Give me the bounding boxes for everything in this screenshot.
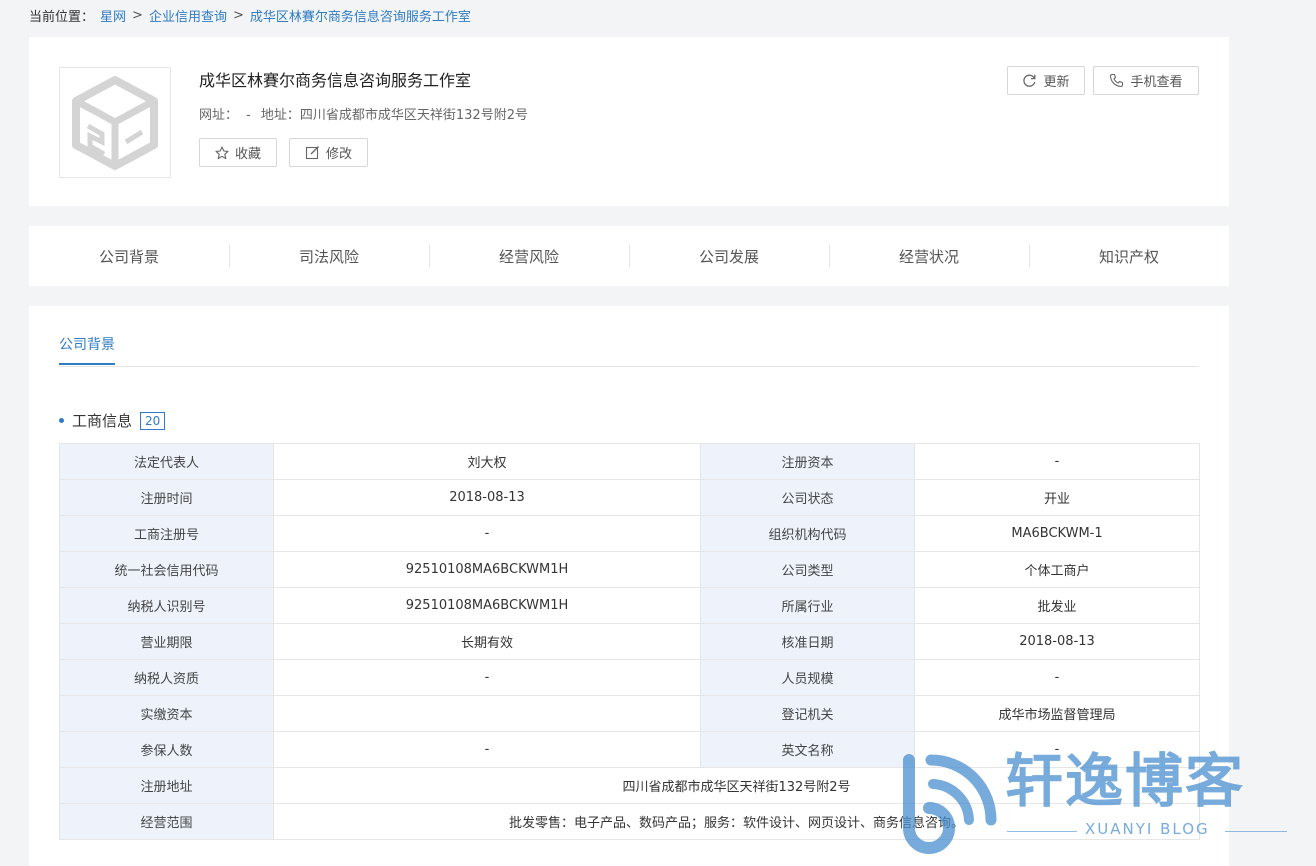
section-count-badge: 20 bbox=[140, 411, 166, 430]
refresh-icon bbox=[1023, 74, 1036, 87]
bullet-icon bbox=[59, 418, 64, 423]
tab-operating-risk[interactable]: 经营风险 bbox=[429, 244, 629, 267]
field-value: - bbox=[914, 731, 1200, 768]
table-row: 法定代表人 刘大权 注册资本 - bbox=[59, 443, 1200, 480]
field-label: 组织机构代码 bbox=[700, 515, 915, 552]
field-label: 经营范围 bbox=[59, 803, 274, 840]
breadcrumb-prefix: 当前位置： bbox=[29, 10, 95, 25]
edit-button-label: 修改 bbox=[325, 147, 352, 162]
field-value: MA6BCKWM-1 bbox=[914, 515, 1200, 552]
table-row: 纳税人识别号 92510108MA6BCKWM1H 所属行业 批发业 bbox=[59, 587, 1200, 624]
address-field: 地址：四川省成都市成华区天祥街132号附2号 bbox=[261, 104, 528, 123]
field-label: 统一社会信用代码 bbox=[59, 551, 274, 588]
field-value: 刘大权 bbox=[273, 443, 701, 480]
breadcrumb-link-home[interactable]: 星网 bbox=[100, 6, 126, 25]
address-value: 四川省成都市成华区天祥街132号附2号 bbox=[299, 108, 528, 123]
field-value: - bbox=[273, 731, 701, 768]
field-value: 四川省成都市成华区天祥街132号附2号 bbox=[273, 767, 1200, 804]
edit-icon bbox=[305, 146, 319, 160]
tab-judicial-risk[interactable]: 司法风险 bbox=[229, 244, 429, 267]
main-tabs: 公司背景 司法风险 经营风险 公司发展 经营状况 知识产权 bbox=[29, 226, 1229, 286]
field-label: 纳税人识别号 bbox=[59, 587, 274, 624]
company-meta: 网址： - 地址：四川省成都市成华区天祥街132号附2号 bbox=[199, 104, 528, 123]
table-row: 实缴资本 登记机关 成华市场监督管理局 bbox=[59, 695, 1200, 732]
star-icon bbox=[215, 145, 229, 159]
breadcrumb: 当前位置： 星网 > 企业信用查询 > 成华区林賽尔商务信息咨询服务工作室 bbox=[29, 6, 471, 25]
table-row: 注册地址 四川省成都市成华区天祥街132号附2号 bbox=[59, 767, 1200, 804]
company-header-card: 成华区林賽尔商务信息咨询服务工作室 网址： - 地址：四川省成都市成华区天祥街1… bbox=[29, 37, 1229, 206]
field-value: 92510108MA6BCKWM1H bbox=[273, 551, 701, 588]
field-label: 登记机关 bbox=[700, 695, 915, 732]
field-value: - bbox=[914, 659, 1200, 696]
address-label: 地址： bbox=[260, 108, 300, 123]
tab-intellectual-property[interactable]: 知识产权 bbox=[1029, 244, 1229, 267]
content-card: 公司背景 工商信息 20 法定代表人 刘大权 注册资本 - 注册时间 2018-08-13… bbox=[29, 306, 1229, 866]
subtab-active-indicator bbox=[59, 363, 115, 365]
table-row: 参保人数 - 英文名称 - bbox=[59, 731, 1200, 768]
table-row: 工商注册号 - 组织机构代码 MA6BCKWM-1 bbox=[59, 515, 1200, 552]
table-row: 经营范围 批发零售：电子产品、数码产品；服务：软件设计、网页设计、商务信息咨询。 bbox=[59, 803, 1200, 840]
tab-company-background[interactable]: 公司背景 bbox=[29, 246, 229, 267]
tab-company-development[interactable]: 公司发展 bbox=[629, 244, 829, 267]
table-row: 纳税人资质 - 人员规模 - bbox=[59, 659, 1200, 696]
field-value bbox=[273, 695, 701, 732]
field-value: 92510108MA6BCKWM1H bbox=[273, 587, 701, 624]
table-row: 营业期限 长期有效 核准日期 2018-08-13 bbox=[59, 623, 1200, 660]
field-value: 长期有效 bbox=[273, 623, 701, 660]
breadcrumb-link-company[interactable]: 成华区林賽尔商务信息咨询服务工作室 bbox=[250, 6, 471, 25]
field-value: 批发零售：电子产品、数码产品；服务：软件设计、网页设计、商务信息咨询。 bbox=[273, 803, 1200, 840]
field-value: - bbox=[273, 515, 701, 552]
subtab-divider bbox=[59, 366, 1199, 367]
field-label: 英文名称 bbox=[700, 731, 915, 768]
breadcrumb-separator: > bbox=[132, 8, 143, 23]
phone-icon bbox=[1110, 73, 1124, 88]
company-name: 成华区林賽尔商务信息咨询服务工作室 bbox=[199, 71, 472, 90]
field-label: 人员规模 bbox=[700, 659, 915, 696]
box-icon bbox=[72, 75, 158, 170]
watermark-rule bbox=[1225, 831, 1287, 832]
website-field: 网址： - bbox=[199, 104, 251, 123]
website-label: 网址： bbox=[199, 108, 239, 123]
website-value: - bbox=[246, 108, 251, 123]
field-label: 工商注册号 bbox=[59, 515, 274, 552]
field-label: 法定代表人 bbox=[59, 443, 274, 480]
edit-button[interactable]: 修改 bbox=[289, 138, 368, 167]
section-title: 工商信息 20 bbox=[59, 410, 166, 431]
update-button-label: 更新 bbox=[1043, 75, 1070, 90]
field-value: 2018-08-13 bbox=[914, 623, 1200, 660]
section-title-text: 工商信息 bbox=[72, 412, 133, 430]
field-label: 核准日期 bbox=[700, 623, 915, 660]
field-value: 成华市场监督管理局 bbox=[914, 695, 1200, 732]
field-label: 公司类型 bbox=[700, 551, 915, 588]
favorite-button-label: 收藏 bbox=[234, 147, 261, 162]
business-info-table: 法定代表人 刘大权 注册资本 - 注册时间 2018-08-13 公司状态 开业 工商注册号 - 组… bbox=[59, 443, 1200, 840]
favorite-button[interactable]: 收藏 bbox=[199, 138, 277, 167]
update-button[interactable]: 更新 bbox=[1007, 66, 1085, 95]
field-value: 批发业 bbox=[914, 587, 1200, 624]
field-value: - bbox=[273, 659, 701, 696]
field-label: 实缴资本 bbox=[59, 695, 274, 732]
field-label: 纳税人资质 bbox=[59, 659, 274, 696]
mobile-view-button[interactable]: 手机查看 bbox=[1093, 66, 1199, 95]
mobile-view-button-label: 手机查看 bbox=[1130, 75, 1183, 90]
table-row: 统一社会信用代码 92510108MA6BCKWM1H 公司类型 个体工商户 bbox=[59, 551, 1200, 588]
table-row: 注册时间 2018-08-13 公司状态 开业 bbox=[59, 479, 1200, 516]
field-value: 开业 bbox=[914, 479, 1200, 516]
field-value: 个体工商户 bbox=[914, 551, 1200, 588]
field-label: 注册资本 bbox=[700, 443, 915, 480]
field-value: - bbox=[914, 443, 1200, 480]
field-value: 2018-08-13 bbox=[273, 479, 701, 516]
field-label: 参保人数 bbox=[59, 731, 274, 768]
field-label: 注册地址 bbox=[59, 767, 274, 804]
field-label: 公司状态 bbox=[700, 479, 915, 516]
breadcrumb-separator: > bbox=[232, 8, 244, 23]
field-label: 注册时间 bbox=[59, 479, 274, 516]
breadcrumb-link-credit-query[interactable]: 企业信用查询 bbox=[149, 6, 227, 25]
tab-operating-status[interactable]: 经营状况 bbox=[829, 244, 1029, 267]
field-label: 营业期限 bbox=[59, 623, 274, 660]
company-logo bbox=[59, 67, 171, 178]
subtab-company-background[interactable]: 公司背景 bbox=[59, 334, 115, 354]
field-label: 所属行业 bbox=[700, 587, 915, 624]
